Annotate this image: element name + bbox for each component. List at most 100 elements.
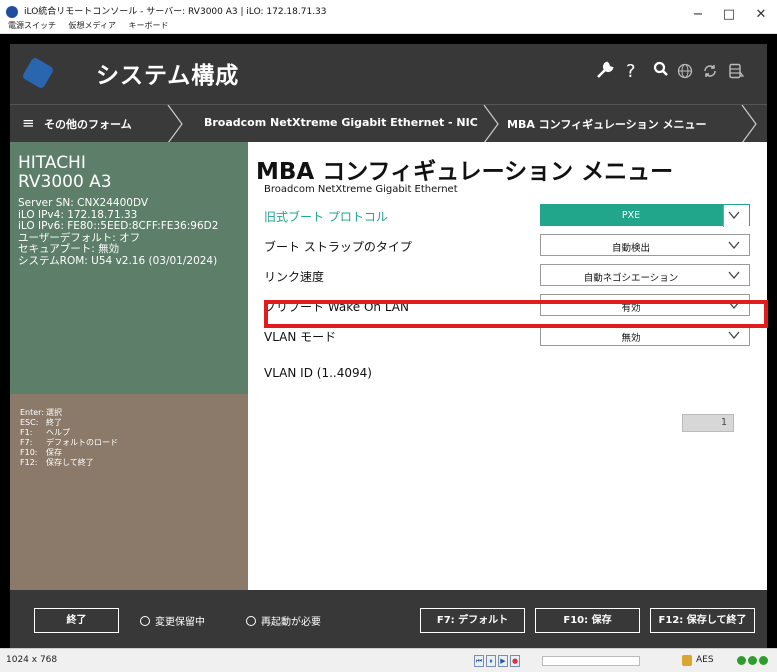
key-help-row: F7: デフォルトのロード: [20, 438, 238, 448]
play-icon[interactable]: ▶: [498, 655, 508, 667]
highlight-annotation: [264, 300, 768, 328]
pause-icon[interactable]: ⏸: [486, 655, 496, 667]
status-dot-icon: [748, 656, 757, 665]
key-description: 選択: [46, 408, 62, 417]
key-description: デフォルトのロード: [46, 438, 118, 447]
key-help-row: F1: ヘルプ: [20, 428, 238, 438]
encryption-label: AES: [696, 655, 714, 665]
key-help-row: F12: 保存して終了: [20, 458, 238, 468]
setting-link-speed: リンク速度 自動ネゴシエーション: [264, 264, 764, 288]
key-help-panel: Enter: 選択 ESC: 終了 F1: ヘルプ F7: デフォルトのロード F10:…: [10, 394, 248, 590]
form-subtitle: Broadcom NetXtreme Gigabit Ethernet: [264, 184, 458, 195]
status-circle-icon: [140, 616, 150, 626]
status-dot-icon: [759, 656, 768, 665]
search-icon[interactable]: [653, 61, 669, 82]
key-label: F12:: [20, 458, 38, 467]
chevron-down-icon: [728, 211, 740, 220]
window-menu: 電源スイッチ 仮想メディア キーボード: [8, 20, 179, 31]
bios-screen: システム構成 ? ≡ その他のフォーム Broadcom NetXtreme G…: [10, 44, 767, 648]
status-bar: 1024 x 768 ⏮ ⏸ ▶ ● AES: [0, 648, 777, 672]
menu-item-virtual-media[interactable]: 仮想メディア: [69, 21, 116, 30]
chevron-down-icon: [728, 241, 740, 250]
system-info-panel: HITACHI RV3000 A3 Server SN: CNX24400DV …: [10, 142, 248, 394]
breadcrumb-mba-menu[interactable]: MBA コンフィギュレーション メニュー: [507, 116, 707, 132]
database-icon[interactable]: [728, 63, 745, 83]
status-dot-icon: [737, 656, 746, 665]
setting-label: VLAN ID (1..4094): [264, 366, 372, 380]
key-description: 保存: [46, 448, 62, 457]
key-label: F1:: [20, 428, 33, 437]
form-title: MBA コンフィギュレーション メニュー: [256, 159, 674, 185]
exit-button[interactable]: 終了: [34, 608, 119, 633]
key-label: F7:: [20, 438, 33, 447]
page-title: システム構成: [96, 63, 240, 89]
changes-pending-indicator: 変更保留中: [140, 613, 205, 628]
server-model: RV3000 A3: [18, 172, 112, 192]
wrench-icon[interactable]: [596, 61, 614, 84]
select-value: 自動ネゴシエーション: [583, 273, 679, 284]
system-config-header: システム構成 ?: [10, 44, 767, 104]
hamburger-menu-icon[interactable]: ≡: [22, 114, 35, 132]
bootstrap-type-select[interactable]: 自動検出: [540, 234, 750, 256]
help-icon[interactable]: ?: [626, 61, 636, 82]
select-value: 無効: [621, 333, 641, 344]
secure-boot: セキュアブート: 無効: [18, 243, 120, 255]
breadcrumb: ≡ その他のフォーム Broadcom NetXtreme Gigabit Et…: [10, 104, 767, 143]
window-title: iLO統合リモートコンソール - サーバー: RV3000 A3 | iLO: …: [24, 7, 327, 17]
key-label: ESC:: [20, 418, 39, 427]
screen-resolution: 1024 x 768: [6, 655, 58, 665]
setting-bootstrap-type: ブート ストラップのタイプ 自動検出: [264, 234, 764, 258]
menu-item-power[interactable]: 電源スイッチ: [8, 21, 56, 30]
key-description: ヘルプ: [46, 428, 70, 437]
key-label: F10:: [20, 448, 38, 457]
vlan-id-input[interactable]: 1: [682, 414, 734, 432]
breadcrumb-separator-icon: [167, 105, 183, 143]
setting-label: ブート ストラップのタイプ: [264, 240, 412, 254]
key-description: 終了: [46, 418, 62, 427]
setting-legacy-boot-protocol: 旧式ブート プロトコル PXE: [264, 204, 764, 228]
save-button[interactable]: F10: 保存: [535, 608, 640, 633]
key-help-row: ESC: 終了: [20, 418, 238, 428]
lock-icon: [682, 655, 692, 666]
remote-console: システム構成 ? ≡ その他のフォーム Broadcom NetXtreme G…: [0, 34, 777, 648]
legacy-boot-protocol-select[interactable]: PXE: [540, 204, 750, 227]
setting-label: リンク速度: [264, 270, 325, 284]
key-help-row: Enter: 選択: [20, 408, 238, 418]
setting-vlan-id: VLAN ID (1..4094): [264, 362, 764, 386]
setting-label: VLAN モード: [264, 330, 337, 344]
reboot-required-indicator: 再起動が必要: [246, 613, 321, 628]
settings-panel: MBA コンフィギュレーション メニュー Broadcom NetXtreme …: [248, 142, 767, 590]
vlan-id-value: 1: [720, 417, 727, 428]
footer-bar: 終了 変更保留中 再起動が必要 F7: デフォルト F10: 保存 F12: 保…: [10, 590, 767, 648]
chevron-down-icon: [728, 271, 740, 280]
save-and-exit-button[interactable]: F12: 保存して終了: [650, 608, 755, 633]
app-icon: [6, 6, 18, 18]
reboot-required-label: 再起動が必要: [261, 617, 321, 628]
load-defaults-button[interactable]: F7: デフォルト: [420, 608, 525, 633]
window-titlebar: iLO統合リモートコンソール - サーバー: RV3000 A3 | iLO: …: [0, 0, 777, 34]
skip-back-icon[interactable]: ⏮: [474, 655, 484, 667]
refresh-icon[interactable]: [702, 63, 718, 83]
system-rom: システムROM: U54 v2.16 (03/01/2024): [18, 254, 218, 267]
maximize-button[interactable]: □: [716, 6, 742, 26]
setting-label: 旧式ブート プロトコル: [264, 210, 388, 224]
link-speed-select[interactable]: 自動ネゴシエーション: [540, 264, 750, 286]
system-info-list: Server SN: CNX24400DV iLO IPv4: 172.18.7…: [18, 197, 240, 267]
key-description: 保存して終了: [46, 458, 94, 467]
breadcrumb-separator-icon: [483, 105, 499, 143]
connection-status: [737, 656, 768, 665]
chevron-down-icon: [728, 331, 740, 340]
globe-icon[interactable]: [677, 63, 693, 83]
playback-controls: ⏮ ⏸ ▶ ●: [474, 655, 520, 667]
server-serial: Server SN: CNX24400DV: [18, 197, 149, 209]
record-icon[interactable]: ●: [510, 655, 520, 667]
breadcrumb-separator-icon: [741, 105, 757, 143]
breadcrumb-other-forms[interactable]: その他のフォーム: [44, 116, 132, 132]
minimize-button[interactable]: −: [685, 6, 711, 26]
close-button[interactable]: ✕: [748, 6, 774, 26]
select-value: PXE: [621, 210, 641, 221]
status-circle-icon: [246, 616, 256, 626]
breadcrumb-nic[interactable]: Broadcom NetXtreme Gigabit Ethernet - NI…: [204, 116, 478, 129]
server-vendor: HITACHI: [18, 153, 86, 173]
menu-item-keyboard[interactable]: キーボード: [129, 21, 169, 30]
